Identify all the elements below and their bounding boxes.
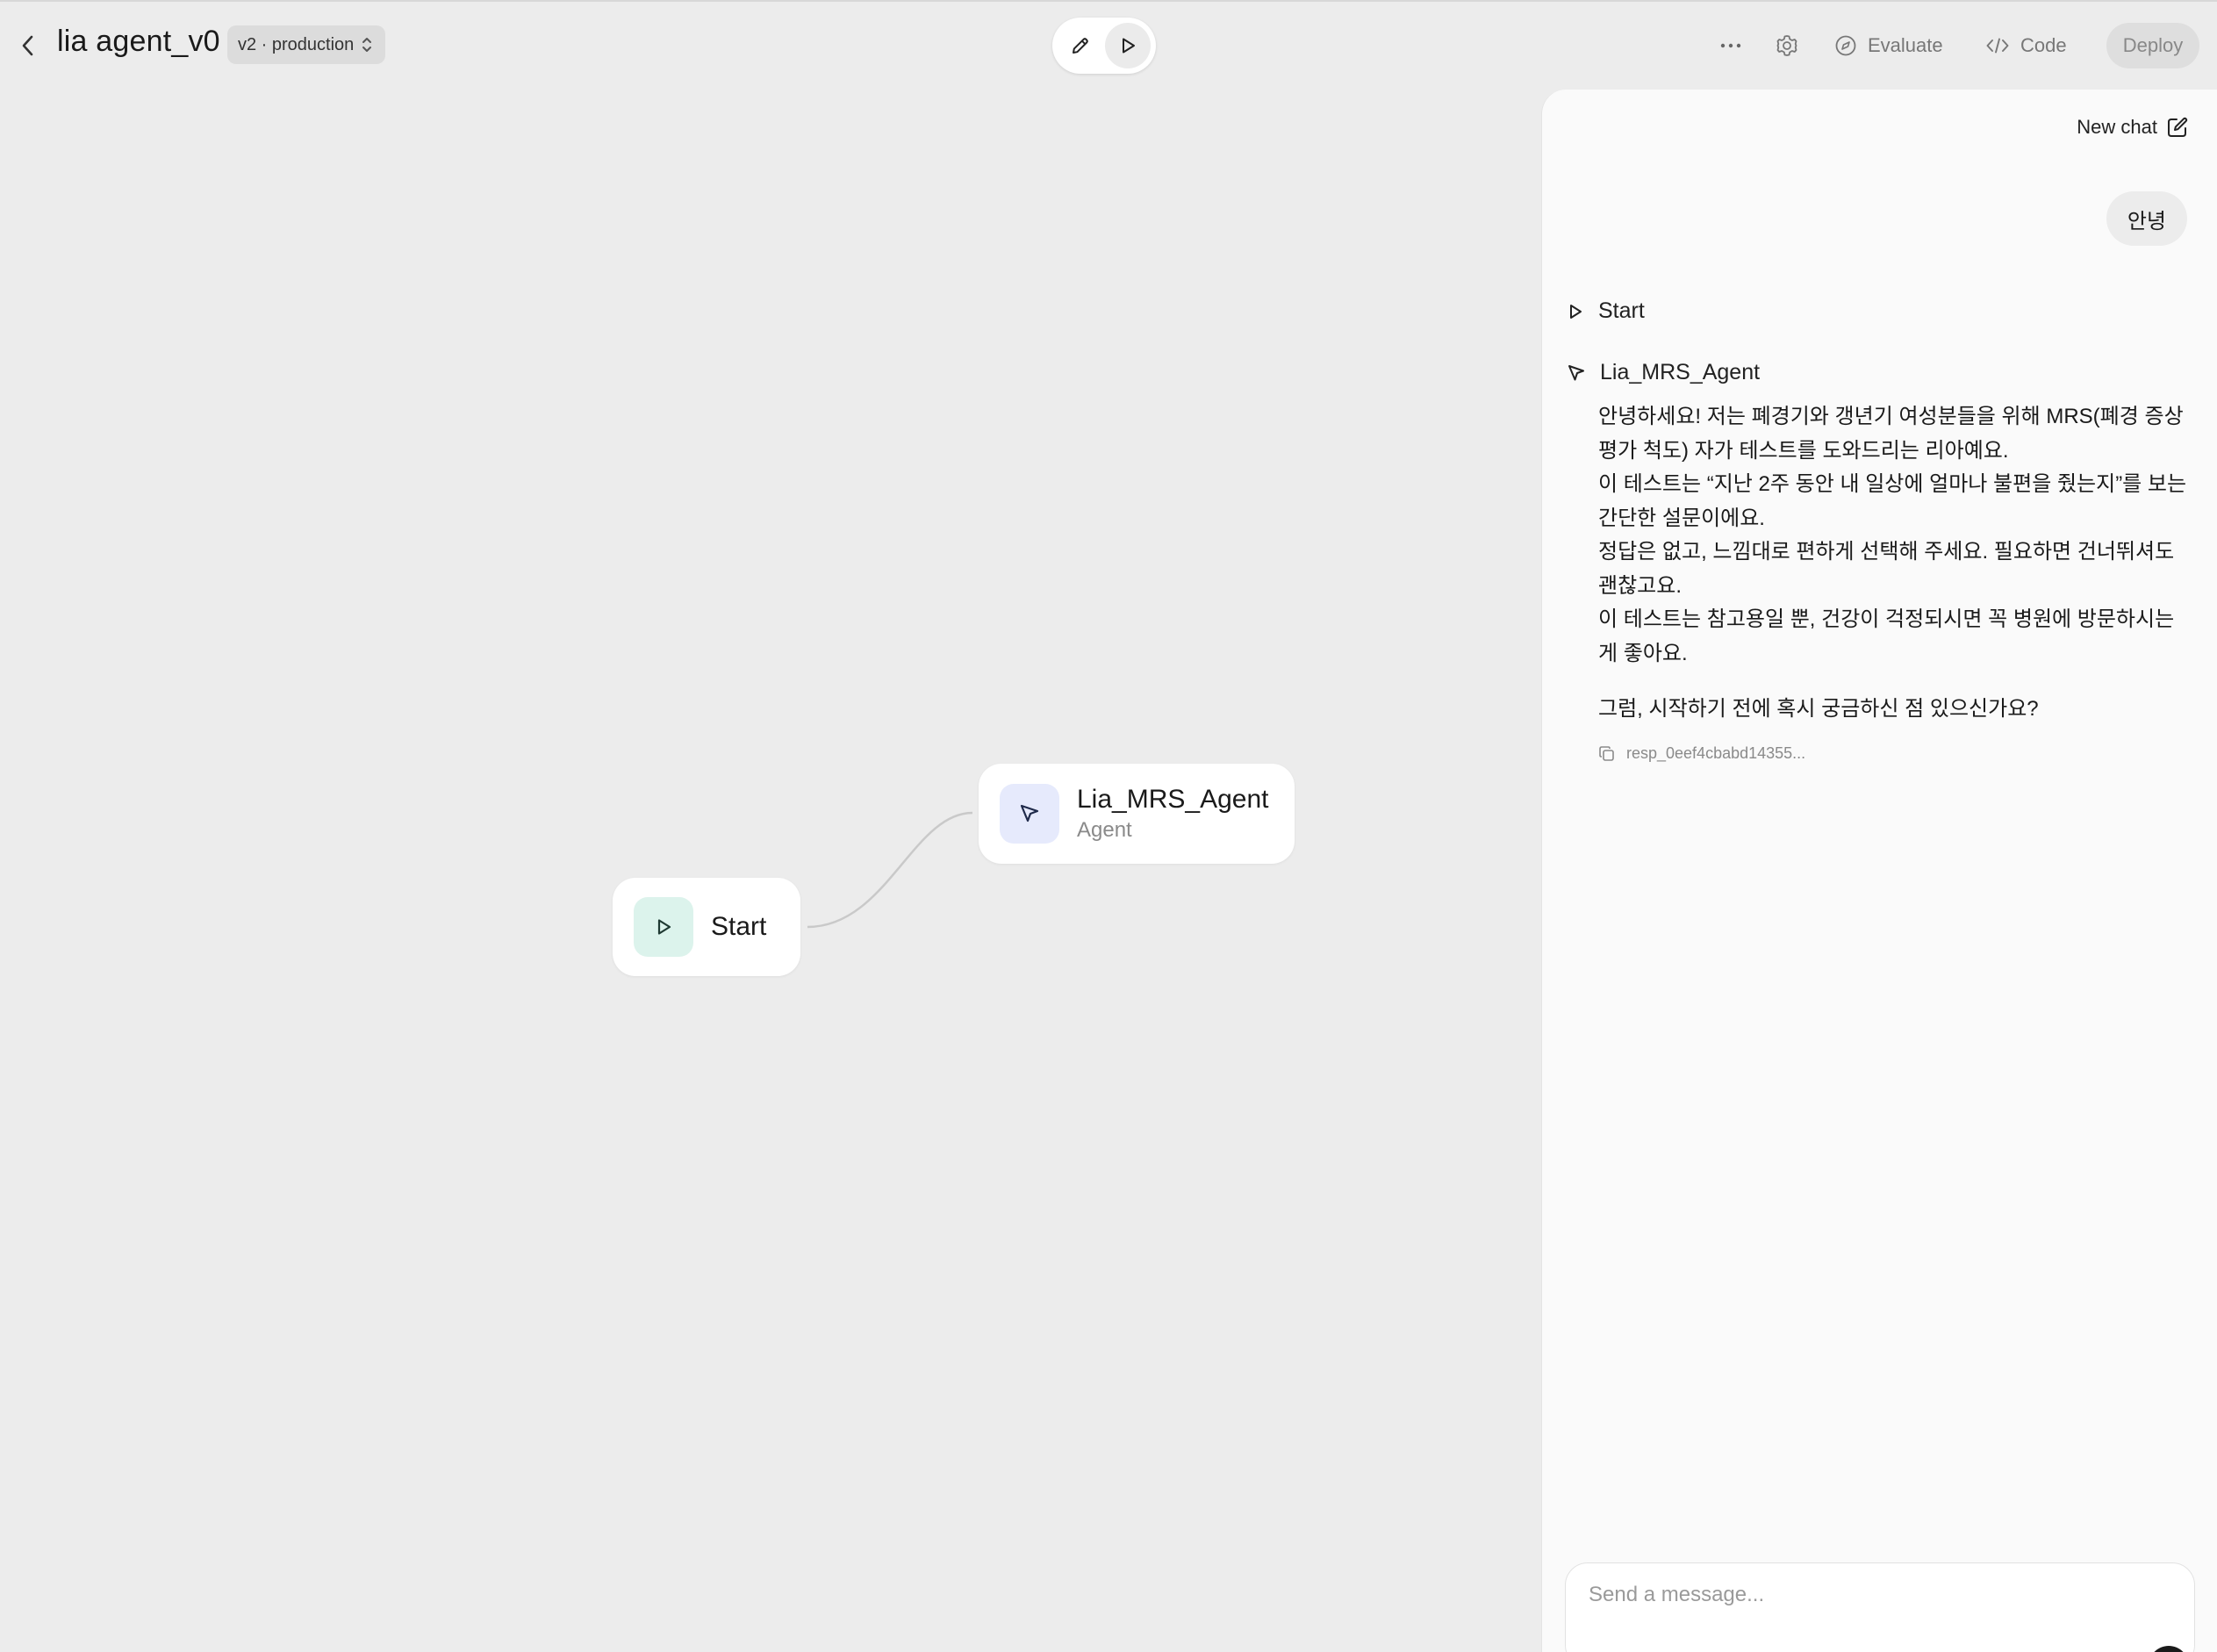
- user-message: 안녕: [2106, 191, 2187, 246]
- code-label: Code: [2020, 34, 2067, 56]
- evaluate-icon: [1835, 35, 1856, 56]
- start-node[interactable]: Start: [613, 878, 800, 976]
- more-horizontal-icon: [1720, 43, 1741, 48]
- cursor-icon: [1568, 364, 1584, 380]
- agent-node-title: Lia_MRS_Agent: [1077, 785, 1269, 814]
- mode-toggle: [1052, 18, 1156, 74]
- cursor-icon: [1020, 804, 1039, 822]
- edge-start-to-agent: [807, 811, 973, 929]
- evaluate-button[interactable]: Evaluate: [1834, 26, 1943, 65]
- trace-step-start[interactable]: Start: [1567, 298, 1645, 324]
- evaluate-label: Evaluate: [1868, 34, 1943, 56]
- pencil-icon: [1073, 38, 1088, 54]
- send-button[interactable]: [2149, 1646, 2189, 1652]
- top-bar: lia agent_v0 v2 · production Evaluate Co…: [0, 0, 2217, 88]
- assistant-message-closing: 그럼, 시작하기 전에 혹시 궁금하신 점 있으신가요?: [1598, 697, 2039, 721]
- trace-step-agent[interactable]: Lia_MRS_Agent: [1567, 360, 1760, 385]
- agent-node-icon-badge: [1000, 784, 1059, 844]
- edit-mode-button[interactable]: [1058, 23, 1103, 68]
- code-icon: [1986, 38, 2009, 54]
- trace-step-label: Start: [1598, 298, 1645, 323]
- more-button[interactable]: [1713, 28, 1748, 63]
- assistant-message-line: 안녕하세요! 저는 폐경기와 갱년기 여성분들을 위해 MRS(폐경 증상 평가…: [1598, 405, 2184, 463]
- version-label: v2 · production: [238, 34, 355, 54]
- message-input[interactable]: [1566, 1563, 2127, 1627]
- new-chat-button[interactable]: New chat: [2077, 116, 2189, 139]
- chevron-left-icon: [22, 35, 33, 56]
- preview-mode-button[interactable]: [1105, 23, 1151, 68]
- start-node-icon-badge: [634, 897, 693, 957]
- start-node-title: Start: [711, 912, 767, 941]
- deploy-button[interactable]: Deploy: [2106, 23, 2199, 68]
- agent-node-type: Agent: [1077, 818, 1132, 842]
- workflow-canvas[interactable]: Start Lia_MRS_Agent Agent: [0, 88, 1541, 1652]
- back-button[interactable]: [12, 28, 44, 63]
- assistant-message-line: 이 테스트는 참고용일 뿐, 건강이 걱정되시면 꼭 병원에 방문하시는 게 좋…: [1598, 607, 2175, 665]
- assistant-message-line: 이 테스트는 “지난 2주 동안 내 일상에 얼마나 불편을 줬는지”를 보는 …: [1598, 472, 2187, 530]
- chevron-up-down-icon: [362, 38, 372, 52]
- message-composer: [1565, 1562, 2195, 1652]
- gear-icon: [1776, 35, 1797, 56]
- chat-panel: New chat 안녕 Start Lia_MRS_Agent 안녕하세요! 저…: [1541, 90, 2217, 1652]
- code-button[interactable]: Code: [1985, 26, 2067, 65]
- play-icon: [657, 919, 671, 935]
- play-icon: [1123, 38, 1135, 54]
- copy-response-id-button[interactable]: resp_0eef4cbabd14355...: [1598, 744, 1805, 763]
- version-selector[interactable]: v2 · production: [227, 25, 386, 64]
- settings-button[interactable]: [1769, 28, 1804, 63]
- assistant-message: 안녕하세요! 저는 폐경기와 갱년기 여성분들을 위해 MRS(폐경 증상 평가…: [1598, 400, 2195, 727]
- trace-step-label: Lia_MRS_Agent: [1600, 360, 1761, 384]
- page-title: lia agent_v0: [57, 25, 220, 58]
- agent-node[interactable]: Lia_MRS_Agent Agent: [979, 764, 1295, 864]
- response-id: resp_0eef4cbabd14355...: [1626, 744, 1806, 762]
- copy-icon: [1599, 745, 1614, 761]
- play-icon: [1570, 304, 1582, 319]
- assistant-message-line: 정답은 없고, 느낌대로 편하게 선택해 주세요. 필요하면 건너뛰셔도 괜찮고…: [1598, 540, 2175, 598]
- compose-icon: [2168, 117, 2188, 137]
- new-chat-label: New chat: [2077, 116, 2157, 138]
